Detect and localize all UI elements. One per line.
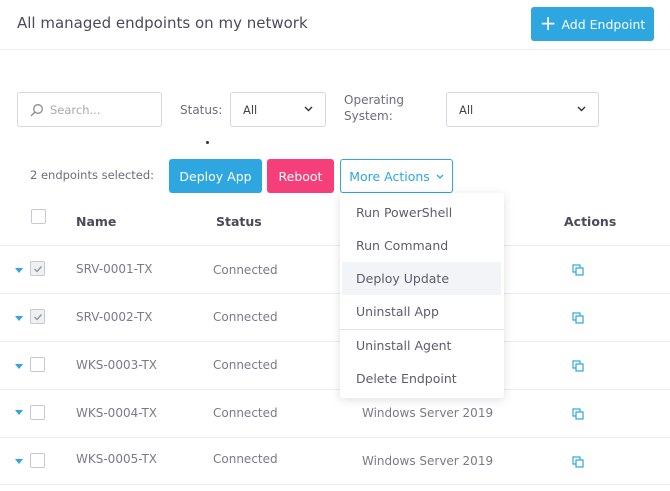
row-divider	[0, 293, 670, 294]
chevron-down-icon	[577, 106, 586, 112]
row-status: Connected	[213, 452, 278, 466]
row-status: Connected	[213, 310, 278, 324]
row-divider	[0, 484, 670, 485]
expand-caret-icon[interactable]	[15, 316, 23, 321]
os-filter-label-line1: Operating	[344, 93, 404, 107]
row-divider	[0, 341, 670, 342]
row-checkbox[interactable]	[30, 357, 45, 372]
row-status: Connected	[213, 263, 278, 277]
page-header: All managed endpoints on my network + Ad…	[0, 0, 670, 50]
row-name[interactable]: SRV-0002-TX	[76, 310, 152, 324]
row-divider	[0, 437, 670, 438]
menu-item-deploy-update[interactable]: Deploy Update	[342, 262, 501, 295]
more-actions-label: More Actions	[349, 168, 430, 184]
row-os: Windows Server 2019	[362, 406, 494, 420]
status-select-value: All	[243, 102, 258, 117]
selected-count: 2 endpoints selected:	[30, 168, 155, 182]
select-all-checkbox[interactable]	[31, 209, 46, 224]
row-status: Connected	[213, 358, 278, 372]
copy-icon[interactable]	[572, 312, 584, 324]
menu-item-run-powershell[interactable]: Run PowerShell	[340, 196, 504, 229]
row-name[interactable]: WKS-0005-TX	[76, 452, 157, 466]
more-actions-menu: Run PowerShell Run Command Deploy Update…	[340, 193, 504, 398]
plus-icon: +	[539, 11, 557, 35]
cursor-dot	[206, 141, 209, 144]
row-status: Connected	[213, 406, 278, 420]
row-checkbox[interactable]	[30, 261, 45, 276]
column-header-actions: Actions	[564, 214, 617, 229]
reboot-button[interactable]: Reboot	[267, 159, 334, 193]
status-filter-label: Status:	[180, 103, 223, 117]
status-select[interactable]: All	[230, 92, 326, 127]
copy-icon[interactable]	[572, 408, 584, 420]
row-os: Windows Server 2019	[362, 454, 494, 468]
row-checkbox[interactable]	[30, 453, 45, 468]
copy-icon[interactable]	[572, 264, 584, 276]
column-header-name[interactable]: Name	[76, 214, 116, 229]
search-box[interactable]	[17, 92, 162, 127]
check-icon	[34, 266, 43, 273]
row-divider	[0, 245, 670, 246]
deploy-app-button[interactable]: Deploy App	[169, 159, 262, 193]
os-select-value: All	[459, 102, 474, 117]
expand-caret-icon[interactable]	[15, 268, 23, 273]
search-icon	[30, 103, 43, 116]
menu-item-delete-endpoint[interactable]: Delete Endpoint	[340, 362, 504, 395]
row-name[interactable]: SRV-0001-TX	[76, 262, 152, 276]
page-title: All managed endpoints on my network	[17, 14, 308, 32]
expand-caret-icon[interactable]	[15, 364, 23, 369]
copy-icon[interactable]	[572, 456, 584, 468]
add-endpoint-button[interactable]: + Add Endpoint	[531, 7, 654, 41]
row-name[interactable]: WKS-0003-TX	[76, 358, 157, 372]
more-actions-button[interactable]: More Actions	[340, 159, 453, 193]
expand-caret-icon[interactable]	[15, 459, 23, 464]
menu-item-run-command[interactable]: Run Command	[340, 229, 504, 262]
chevron-down-icon	[304, 106, 313, 112]
os-filter-label: Operating System:	[344, 92, 404, 124]
search-input[interactable]	[50, 102, 150, 117]
column-header-status[interactable]: Status	[216, 214, 262, 229]
chevron-down-icon	[436, 174, 444, 179]
menu-item-uninstall-agent[interactable]: Uninstall Agent	[340, 329, 504, 362]
check-icon	[34, 314, 43, 321]
row-divider	[0, 389, 670, 390]
row-checkbox[interactable]	[30, 309, 45, 324]
expand-caret-icon[interactable]	[15, 410, 23, 415]
os-select[interactable]: All	[446, 92, 599, 127]
add-endpoint-label: Add Endpoint	[561, 16, 646, 32]
row-name[interactable]: WKS-0004-TX	[76, 406, 157, 420]
copy-icon[interactable]	[572, 360, 584, 372]
os-filter-label-line2: System:	[344, 109, 393, 123]
menu-item-uninstall-app[interactable]: Uninstall App	[340, 295, 504, 328]
row-checkbox[interactable]	[30, 405, 45, 420]
